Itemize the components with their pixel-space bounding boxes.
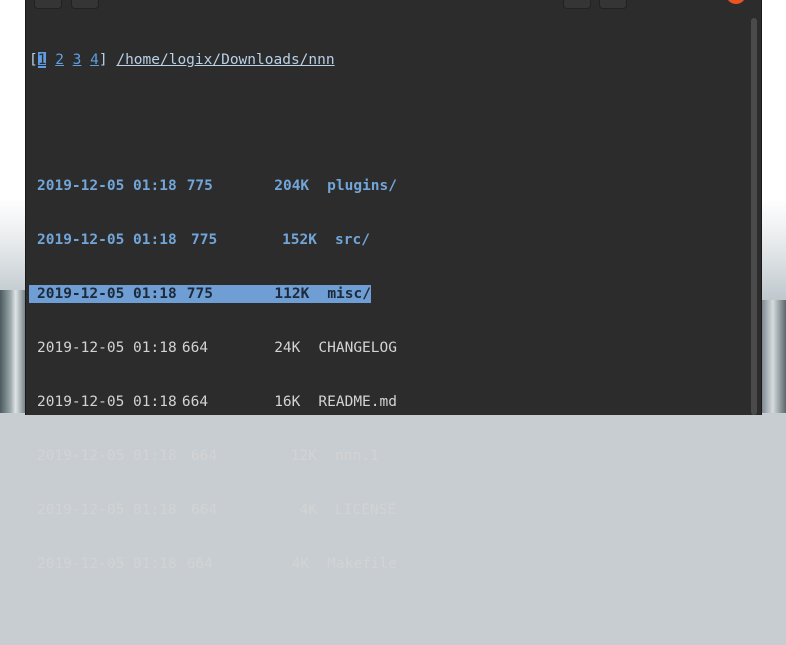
- entry-size: 152K: [282, 232, 317, 248]
- entry-date: 2019-12-05 01:18: [37, 286, 177, 302]
- entry-size: 24K: [274, 340, 301, 356]
- file-row-license[interactable]: 2019-12-05 01:18 664 4K LICENSE: [29, 501, 397, 519]
- wallpaper-tower-left: [0, 290, 26, 413]
- nnn-output: [1 2 3 4] /home/logix/Downloads/nnn 2019…: [29, 15, 397, 645]
- tab-4[interactable]: 4: [90, 52, 99, 68]
- tab-1[interactable]: 1: [37, 52, 47, 68]
- file-row-makefile[interactable]: 2019-12-05 01:18 664 4K Makefile: [29, 555, 397, 573]
- entry-date: 2019-12-05 01:18: [37, 340, 177, 356]
- entry-date: 2019-12-05 01:18: [37, 502, 177, 518]
- entry-date: 2019-12-05 01:18: [37, 556, 177, 572]
- entry-size: 204K: [274, 178, 310, 194]
- entry-perm: 775: [186, 178, 213, 194]
- entry-perm: 664: [186, 556, 213, 572]
- entry-perm: 664: [181, 394, 209, 410]
- entry-size: 112K: [274, 286, 310, 302]
- current-path[interactable]: /home/logix/Downloads/nnn: [116, 52, 334, 68]
- entry-name: LICENSE: [335, 502, 397, 518]
- entry-perm: 664: [181, 340, 209, 356]
- titlebar-search-button[interactable]: [563, 0, 591, 9]
- entry-date: 2019-12-05 01:18: [37, 178, 177, 194]
- entry-name: nnn.1: [335, 448, 379, 464]
- file-list: 2019-12-05 01:18 775 204K plugins/ 2019-12-…: [29, 141, 397, 609]
- tab-open-bracket: [: [29, 52, 38, 68]
- entry-perm: 664: [191, 502, 218, 518]
- entry-size: 12K: [290, 448, 317, 464]
- titlebar-button-left-2[interactable]: [71, 0, 99, 9]
- file-row-readme[interactable]: 2019-12-05 01:18 664 16K README.md: [29, 393, 397, 411]
- tab-3[interactable]: 3: [73, 52, 82, 68]
- window-close-button[interactable]: [726, 0, 746, 4]
- file-row-changelog[interactable]: 2019-12-05 01:18 664 24K CHANGELOG: [29, 339, 397, 357]
- terminal-window[interactable]: [1 2 3 4] /home/logix/Downloads/nnn 2019…: [25, 0, 762, 572]
- entry-size: 4K: [299, 502, 317, 518]
- entry-date: 2019-12-05 01:18: [37, 448, 177, 464]
- file-row-plugins[interactable]: 2019-12-05 01:18 775 204K plugins/: [29, 177, 397, 195]
- entry-size: 16K: [274, 394, 301, 410]
- titlebar-menu-button[interactable]: [599, 0, 627, 9]
- file-row-misc-selected[interactable]: 2019-12-05 01:18 775 112K misc/: [29, 285, 371, 303]
- titlebar-button-left-1[interactable]: [34, 0, 62, 9]
- file-row-src[interactable]: 2019-12-05 01:18 775 152K src/: [29, 231, 397, 249]
- entry-name: README.md: [318, 394, 397, 410]
- entry-name: plugins/: [327, 178, 397, 194]
- entry-name: CHANGELOG: [318, 340, 397, 356]
- wallpaper-tower-right: [762, 300, 786, 413]
- entry-size: 4K: [291, 556, 310, 572]
- entry-perm: 775: [191, 232, 218, 248]
- entry-perm: 664: [191, 448, 218, 464]
- entry-perm: 775: [186, 286, 213, 302]
- tab-2[interactable]: 2: [55, 52, 64, 68]
- file-row-nnn1[interactable]: 2019-12-05 01:18 664 12K nnn.1: [29, 447, 397, 465]
- entry-date: 2019-12-05 01:18: [37, 394, 177, 410]
- entry-name: src/: [335, 232, 370, 248]
- entry-name: misc/: [327, 286, 371, 302]
- tab-bar: [1 2 3 4] /home/logix/Downloads/nnn: [29, 51, 397, 69]
- entry-date: 2019-12-05 01:18: [37, 232, 177, 248]
- tab-close-bracket: ]: [98, 52, 108, 68]
- entry-name: Makefile: [327, 556, 397, 572]
- scrollbar[interactable]: [751, 18, 757, 415]
